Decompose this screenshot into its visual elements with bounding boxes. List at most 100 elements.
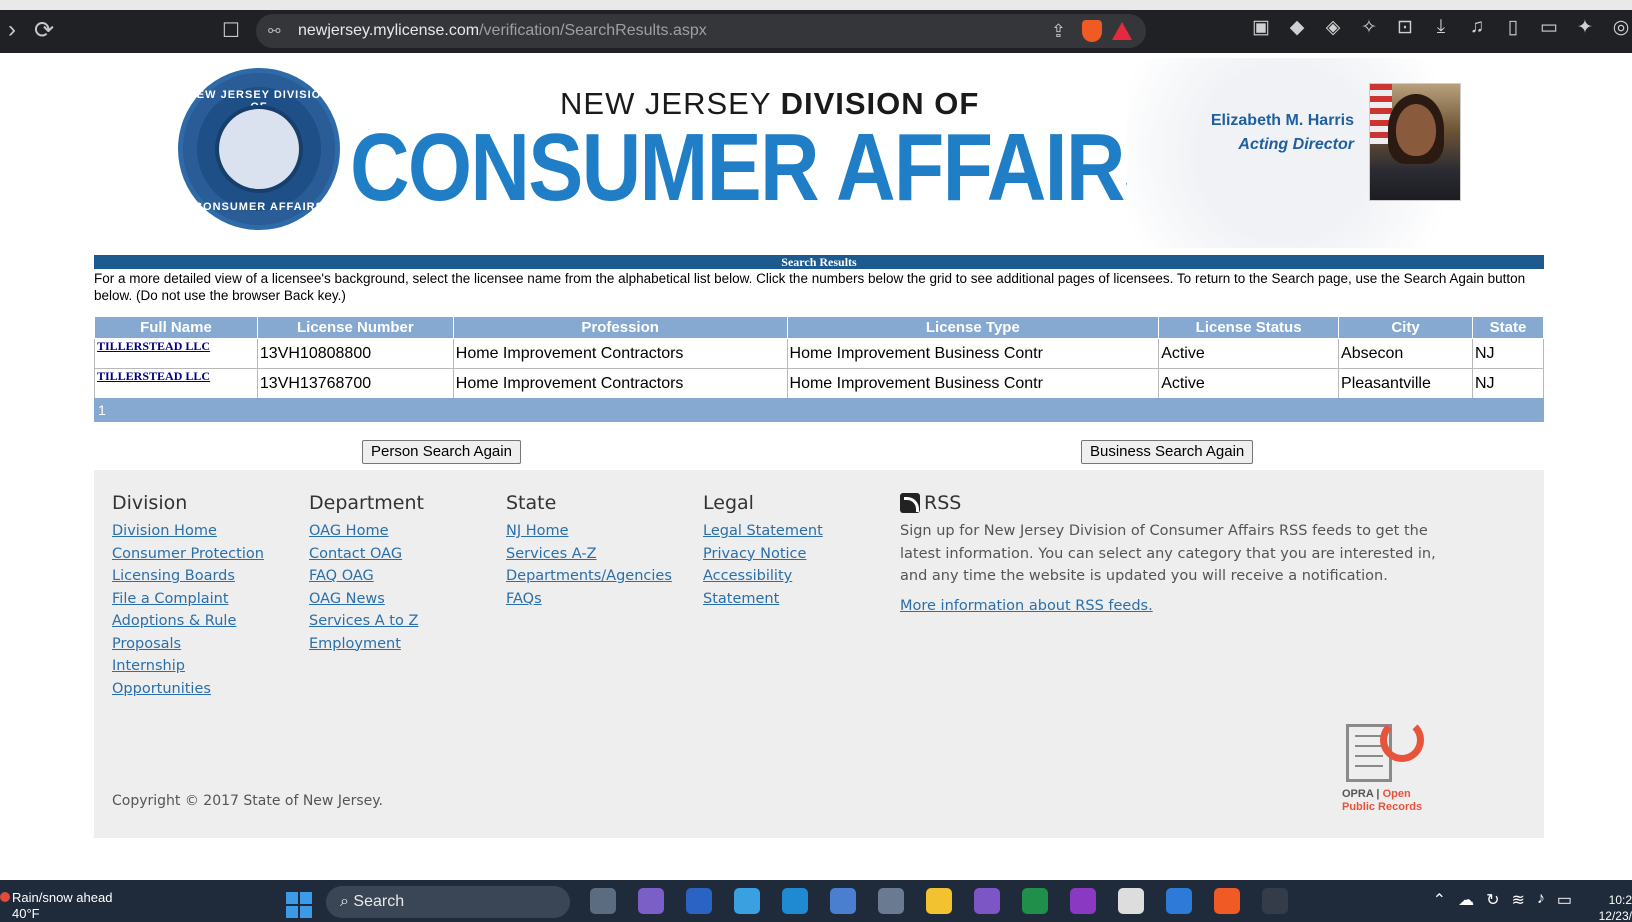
site-settings-icon[interactable]: ⚯ — [268, 22, 290, 40]
footer-link-services-a-z[interactable]: Services A-Z — [506, 543, 672, 566]
rss-heading: RSS — [900, 492, 1460, 514]
terminal-icon[interactable] — [1262, 888, 1288, 914]
footer-link-internship[interactable]: Internship — [112, 655, 264, 678]
volume-icon[interactable]: ♪ — [1537, 890, 1545, 910]
app-icon[interactable] — [734, 888, 760, 914]
cell-license-type: Home Improvement Business Contr — [786, 368, 1160, 399]
licensee-name-link[interactable]: TILLERSTEAD LLC — [97, 369, 210, 384]
wallet-icon[interactable]: ▭ — [1538, 16, 1560, 39]
rss-icon — [900, 493, 920, 513]
puzzle-icon[interactable]: ✧ — [1358, 16, 1380, 39]
business-search-again-button[interactable]: Business Search Again — [1081, 440, 1254, 464]
site-banner: NEW JERSEY DIVISION OF CONSUMER AFFAIRS … — [160, 58, 1477, 248]
bookmark-icon[interactable]: ☐ — [222, 18, 240, 43]
footer-link-licensing-boards[interactable]: Licensing Boards — [112, 565, 264, 588]
footer-link-services-a-to-z[interactable]: Services A to Z — [309, 610, 424, 633]
media-icon[interactable]: ♫ — [1466, 16, 1488, 39]
opra-label-open: Open — [1382, 788, 1411, 800]
column-header-license-number[interactable]: License Number — [256, 316, 454, 339]
opra-logo[interactable]: OPRA | Open Public Records — [1342, 712, 1432, 816]
rss-more-info-link[interactable]: More information about RSS feeds. — [900, 598, 1460, 614]
share-icon[interactable]: ⇪ — [1051, 21, 1066, 42]
column-header-profession[interactable]: Profession — [452, 316, 788, 339]
leo-icon[interactable]: ✦ — [1574, 16, 1596, 39]
sidebar-icon[interactable]: ▯ — [1502, 16, 1524, 39]
battery-icon[interactable]: ▭ — [1557, 890, 1572, 910]
footer-link-opportunities[interactable]: Opportunities — [112, 678, 264, 701]
column-header-license-status[interactable]: License Status — [1158, 316, 1340, 339]
footer-link-adoptions-rule[interactable]: Adoptions & Rule — [112, 610, 264, 633]
github-desktop-icon[interactable] — [974, 888, 1000, 914]
sync-icon[interactable]: ↻ — [1486, 890, 1499, 910]
github-icon[interactable] — [1118, 888, 1144, 914]
windows-start-icon[interactable] — [286, 892, 312, 918]
extension-icon[interactable]: ◈ — [1322, 16, 1344, 39]
footer-link-proposals[interactable]: Proposals — [112, 633, 264, 656]
taskbar-search-label: Search — [353, 893, 405, 910]
weather-widget[interactable]: Rain/snow ahead 40°F — [0, 890, 112, 922]
cell-profession: Home Improvement Contractors — [452, 368, 788, 399]
footer-link-employment[interactable]: Employment — [309, 633, 424, 656]
footer-link-departments-agencies[interactable]: Departments/Agencies — [506, 565, 672, 588]
system-clock[interactable]: 10:2 12/23/ — [1599, 892, 1632, 922]
url-text[interactable]: newjersey.mylicense.com/verification/Sea… — [298, 22, 707, 40]
results-instructions: For a more detailed view of a licensee's… — [94, 271, 1526, 303]
vpn-icon[interactable]: ◎ — [1610, 16, 1632, 39]
vscode-icon[interactable] — [782, 888, 808, 914]
table-header-row: Full Name License Number Profession Lice… — [94, 316, 1545, 339]
refresh-arrow-icon — [1380, 718, 1424, 762]
footer-link-oag-home[interactable]: OAG Home — [309, 520, 424, 543]
outlook-icon[interactable] — [638, 888, 664, 914]
licensee-name-link[interactable]: TILLERSTEAD LLC — [97, 339, 210, 354]
chevron-up-icon[interactable]: ⌃ — [1433, 890, 1446, 910]
cell-city: Pleasantville — [1338, 368, 1473, 399]
footer-link-privacy-notice[interactable]: Privacy Notice — [703, 543, 823, 566]
cell-license-number: 13VH10808800 — [256, 338, 454, 369]
seal-center — [215, 105, 303, 193]
footer-column-department: Department OAG Home Contact OAG FAQ OAG … — [309, 492, 424, 655]
word-icon[interactable] — [686, 888, 712, 914]
person-search-again-button[interactable]: Person Search Again — [362, 440, 521, 464]
footer-link-faq-oag[interactable]: FAQ OAG — [309, 565, 424, 588]
excel-icon[interactable] — [1022, 888, 1048, 914]
footer-link-statement[interactable]: Statement — [703, 588, 823, 611]
column-header-city[interactable]: City — [1338, 316, 1473, 339]
app-icon[interactable] — [1166, 888, 1192, 914]
page-number[interactable]: 1 — [98, 402, 106, 418]
column-header-license-type[interactable]: License Type — [786, 316, 1160, 339]
footer-link-file-complaint[interactable]: File a Complaint — [112, 588, 264, 611]
brave-rewards-icon[interactable] — [1112, 22, 1132, 40]
brave-icon[interactable] — [1214, 888, 1240, 914]
cell-state: NJ — [1471, 338, 1545, 369]
forward-icon[interactable]: › — [8, 16, 16, 44]
footer-link-faqs[interactable]: FAQs — [506, 588, 672, 611]
address-bar[interactable]: ⚯ newjersey.mylicense.com/verification/S… — [256, 14, 1146, 48]
footer-link-division-home[interactable]: Division Home — [112, 520, 264, 543]
taskbar-apps — [590, 888, 1288, 914]
extension-icon[interactable]: ◆ — [1286, 16, 1308, 39]
footer-link-accessibility[interactable]: Accessibility — [703, 565, 823, 588]
file-explorer-icon[interactable] — [926, 888, 952, 914]
brave-shields-icon[interactable] — [1082, 20, 1102, 42]
column-header-state[interactable]: State — [1471, 316, 1545, 339]
footer-link-legal-statement[interactable]: Legal Statement — [703, 520, 823, 543]
cell-state: NJ — [1471, 368, 1545, 399]
extension-icon[interactable]: ▣ — [1250, 16, 1272, 39]
reload-icon[interactable]: ⟳ — [34, 16, 54, 45]
footer-link-contact-oag[interactable]: Contact OAG — [309, 543, 424, 566]
chrome-icon[interactable] — [878, 888, 904, 914]
footer-link-oag-news[interactable]: OAG News — [309, 588, 424, 611]
taskbar-search[interactable]: ⌕ Search — [326, 886, 570, 918]
download-icon[interactable]: ⤓ — [1430, 16, 1452, 39]
table-row: TILLERSTEAD LLC 13VH10808800 Home Improv… — [94, 338, 1545, 369]
wifi-icon[interactable]: ≋ — [1511, 890, 1524, 910]
onedrive-icon[interactable]: ☁ — [1458, 890, 1474, 910]
footer-link-nj-home[interactable]: NJ Home — [506, 520, 672, 543]
snipping-tool-icon[interactable] — [830, 888, 856, 914]
director-portrait — [1369, 83, 1461, 201]
onenote-icon[interactable] — [1070, 888, 1096, 914]
screenshot-icon[interactable]: ⊡ — [1394, 16, 1416, 39]
footer-link-consumer-protection[interactable]: Consumer Protection — [112, 543, 264, 566]
task-view-icon[interactable] — [590, 888, 616, 914]
column-header-full-name[interactable]: Full Name — [94, 316, 258, 339]
